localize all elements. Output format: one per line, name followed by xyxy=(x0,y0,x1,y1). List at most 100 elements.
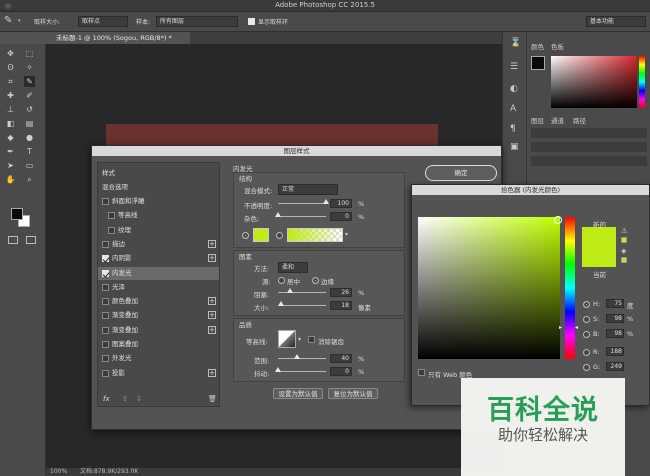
current-color-swatch[interactable] xyxy=(582,247,616,267)
opacity-input[interactable]: 100 xyxy=(330,199,352,208)
properties-icon[interactable]: ☰ xyxy=(510,62,518,72)
style-item-checkbox[interactable] xyxy=(102,341,109,348)
saturation-input[interactable]: 98 xyxy=(606,314,624,323)
jitter-slider[interactable] xyxy=(275,367,326,372)
style-item[interactable]: 渐变叠加 + xyxy=(98,309,219,322)
gradient-tool-icon[interactable]: ▤ xyxy=(24,118,35,129)
trash-icon[interactable]: 🗑 xyxy=(208,395,217,403)
tool-preset-chevron-icon[interactable]: ▾ xyxy=(18,18,21,24)
marquee-tool-icon[interactable]: ⬚ xyxy=(24,48,35,59)
noise-slider[interactable] xyxy=(275,212,326,217)
style-item-checkbox[interactable] xyxy=(102,312,109,320)
method-dropdown[interactable]: 柔和 xyxy=(278,262,308,273)
blur-tool-icon[interactable]: ◆ xyxy=(5,132,16,143)
adjustments-icon[interactable]: ◐ xyxy=(510,84,518,94)
hue-right-arrow-icon[interactable]: ◂ xyxy=(575,324,578,331)
range-slider[interactable] xyxy=(278,354,326,359)
choke-slider[interactable] xyxy=(278,288,326,293)
range-slider-thumb[interactable] xyxy=(294,354,301,359)
add-style-plus-icon[interactable]: + xyxy=(208,368,216,377)
crop-tool-icon[interactable]: ⌗ xyxy=(5,76,16,87)
out-of-gamut-icon[interactable]: ⚠ xyxy=(621,227,627,235)
color-field-cursor[interactable] xyxy=(554,216,562,224)
hue-slider[interactable] xyxy=(565,217,575,359)
range-input[interactable]: 40 xyxy=(330,354,352,363)
opacity-slider-thumb[interactable] xyxy=(323,199,329,204)
contour-picker[interactable] xyxy=(278,330,296,348)
web-safe-color-swatch[interactable] xyxy=(621,257,627,263)
source-edge-radio[interactable] xyxy=(312,277,319,284)
jitter-input[interactable]: 0 xyxy=(330,367,352,376)
brightness-input[interactable]: 98 xyxy=(606,329,624,338)
style-item[interactable]: 颜色叠加 + xyxy=(98,295,219,308)
jitter-slider-thumb[interactable] xyxy=(275,367,281,372)
eyedropper-icon[interactable]: ✎ xyxy=(4,15,12,26)
color-panel-foreground[interactable] xyxy=(531,56,545,70)
style-item[interactable]: 投影 + xyxy=(98,367,219,380)
workspace-select[interactable]: 基本功能 xyxy=(586,16,646,27)
eraser-tool-icon[interactable]: ◧ xyxy=(5,118,16,129)
reset-default-button[interactable]: 复位为默认值 xyxy=(328,388,378,399)
size-input[interactable]: 18 xyxy=(330,301,352,310)
solid-color-radio[interactable] xyxy=(242,232,249,239)
web-only-checkbox[interactable] xyxy=(418,369,425,376)
fx-button[interactable]: fx xyxy=(103,395,110,403)
gradient-dropdown-icon[interactable]: ▾ xyxy=(345,231,348,238)
add-style-plus-icon[interactable]: + xyxy=(208,325,216,334)
style-item[interactable]: 内阴影 + xyxy=(98,252,219,265)
antialias-checkbox[interactable] xyxy=(308,336,315,343)
hue-input[interactable]: 75 xyxy=(606,299,624,308)
saturation-brightness-field[interactable] xyxy=(418,217,560,359)
sample-select[interactable]: 所有图层 xyxy=(156,16,238,27)
style-item-checkbox[interactable] xyxy=(108,212,115,220)
choke-input[interactable]: 26 xyxy=(330,288,352,297)
window-close-icon[interactable] xyxy=(5,3,11,9)
history-icon[interactable]: ⌛ xyxy=(510,38,521,48)
style-item-checkbox[interactable] xyxy=(102,283,109,291)
move-up-icon[interactable]: ⇧ xyxy=(122,395,128,403)
brush-tool-icon[interactable]: ✐ xyxy=(24,90,35,101)
brightness-radio[interactable] xyxy=(583,331,590,338)
contour-dropdown-icon[interactable]: ▾ xyxy=(298,336,301,343)
tab-color[interactable]: 颜色 xyxy=(531,41,544,51)
noise-input[interactable]: 0 xyxy=(330,212,352,221)
sample-size-select[interactable]: 取样点 xyxy=(78,16,128,27)
tab-layers[interactable]: 图层 xyxy=(531,115,544,125)
show-ring-checkbox[interactable] xyxy=(248,18,255,25)
add-style-plus-icon[interactable]: + xyxy=(208,254,216,263)
color-panel-field[interactable] xyxy=(551,56,637,108)
add-style-plus-icon[interactable]: + xyxy=(208,239,216,248)
clone-stamp-icon[interactable]: ⊥ xyxy=(5,104,16,115)
tab-channels[interactable]: 通道 xyxy=(551,115,564,125)
add-style-plus-icon[interactable]: + xyxy=(208,297,216,306)
red-radio[interactable] xyxy=(583,349,590,356)
blending-options[interactable]: 混合选项 xyxy=(98,181,219,194)
style-item-checkbox[interactable] xyxy=(102,369,109,377)
style-item[interactable]: 内发光 xyxy=(98,266,219,280)
web-safe-icon[interactable]: ◈ xyxy=(621,247,626,255)
quick-mask-icon[interactable] xyxy=(8,236,18,244)
quick-select-tool-icon[interactable]: ✧ xyxy=(24,62,35,73)
blend-mode-dropdown[interactable]: 正常 xyxy=(278,184,338,195)
choke-slider-thumb[interactable] xyxy=(287,288,294,293)
add-style-plus-icon[interactable]: + xyxy=(208,311,216,320)
red-input[interactable]: 188 xyxy=(606,347,624,356)
style-item[interactable]: 图案叠加 xyxy=(98,338,219,351)
style-item[interactable]: 描边 + xyxy=(98,238,219,251)
healing-brush-icon[interactable]: ✚ xyxy=(5,90,16,101)
green-input[interactable]: 249 xyxy=(606,362,624,371)
glow-color-swatch[interactable] xyxy=(253,228,269,242)
ok-button[interactable]: 确定 xyxy=(425,165,497,181)
paragraph-icon[interactable]: ¶ xyxy=(510,124,516,134)
character-icon[interactable]: A xyxy=(510,104,516,114)
move-tool-icon[interactable]: ✥ xyxy=(5,48,16,59)
foreground-color-swatch[interactable] xyxy=(11,208,23,220)
gradient-radio[interactable] xyxy=(276,232,283,239)
dodge-tool-icon[interactable]: ● xyxy=(24,132,35,143)
styles-header[interactable]: 样式 xyxy=(98,167,219,180)
tab-paths[interactable]: 路径 xyxy=(573,115,586,125)
style-item[interactable]: 光泽 xyxy=(98,281,219,294)
lasso-tool-icon[interactable]: ʘ xyxy=(5,62,16,73)
history-brush-icon[interactable]: ↺ xyxy=(24,104,35,115)
style-item[interactable]: 渐变叠加 + xyxy=(98,324,219,337)
